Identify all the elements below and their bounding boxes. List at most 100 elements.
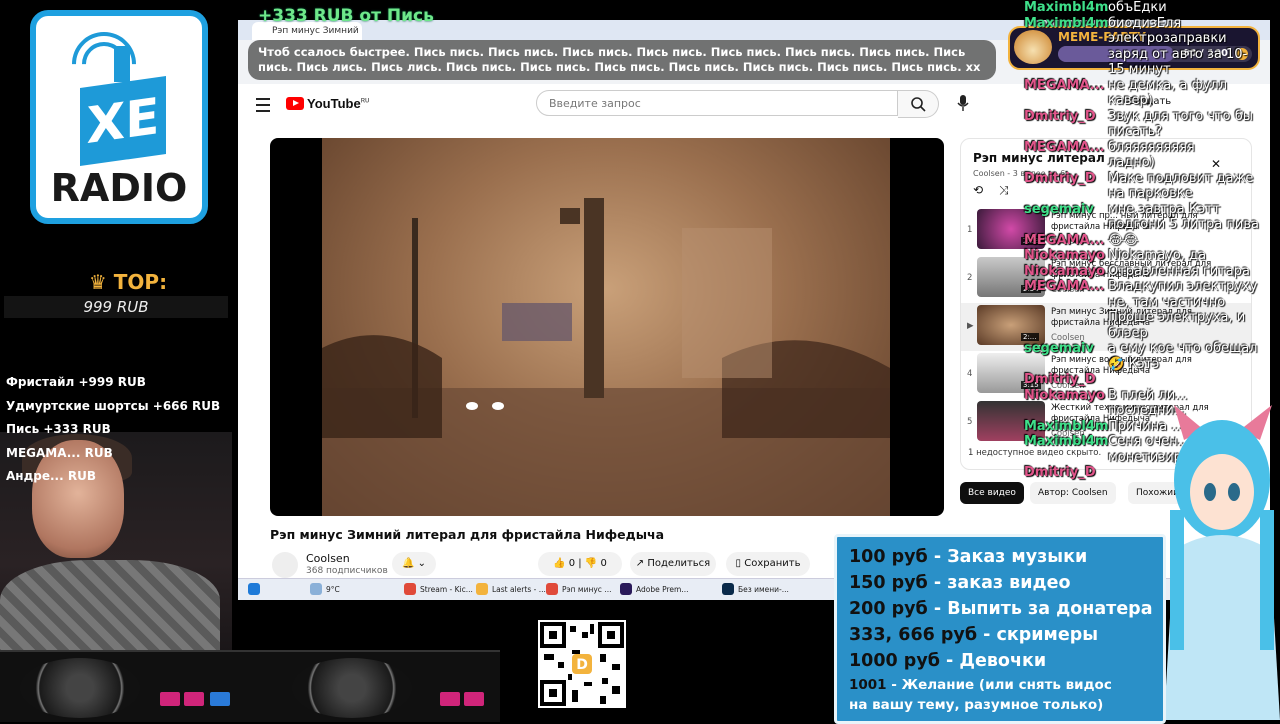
top-donation-amount: 999 RUB xyxy=(4,296,228,318)
search-icon xyxy=(911,97,926,112)
video-player[interactable] xyxy=(270,138,944,516)
price-row: 333, 666 руб - скримеры xyxy=(849,625,1098,645)
taskbar-label: Adobe Prem... xyxy=(636,585,689,594)
donation-entry: Пись +333 RUB xyxy=(6,422,111,436)
share-button[interactable]: ↗ Поделиться xyxy=(630,552,716,576)
chat-message: объЕдки xyxy=(1108,0,1167,15)
donation-alert-title: +333 RUB от Пись xyxy=(258,6,434,26)
video-frame xyxy=(322,138,890,516)
channel-avatar[interactable] xyxy=(272,552,298,578)
chat-username: MEGAMA... xyxy=(1024,279,1105,294)
taskbar-item[interactable]: Stream - Kic... xyxy=(404,582,473,598)
pad xyxy=(160,692,180,706)
weather-temp: 9°C xyxy=(326,585,340,594)
playlist-item[interactable]: 4 3:15 Рэп минус водный литерал для фрис… xyxy=(961,351,1251,399)
chat-username: Niokamayo xyxy=(1024,248,1106,263)
search-input[interactable]: Введите запрос xyxy=(536,90,898,116)
youtube-play-icon xyxy=(286,97,304,110)
weather-widget[interactable]: 9°C xyxy=(310,582,340,598)
chat-message: блэер xyxy=(1108,325,1148,341)
logo-region: RU xyxy=(360,98,370,105)
save-label: Сохранить xyxy=(744,558,801,569)
chip-all-videos[interactable]: Все видео xyxy=(960,482,1024,504)
price-list-board: 100 руб - Заказ музыки 150 руб - заказ ви… xyxy=(834,534,1166,724)
donation-entry: Удмуртские шортсы +666 RUB xyxy=(6,399,221,413)
chat-message: подгони 5 литра пива xyxy=(1108,217,1259,232)
thumbs-up-icon: 👍 xyxy=(553,558,566,569)
item-number: 5 xyxy=(967,417,973,427)
taskbar-item[interactable]: Без имени-... xyxy=(722,582,789,598)
svg-text:D: D xyxy=(576,657,588,673)
chat-username: Dmitriy_D xyxy=(1024,465,1096,480)
chat-username: Maximbl4m xyxy=(1024,418,1109,434)
chat-username: Maximbl4m xyxy=(1024,15,1109,31)
share-icon: ↗ xyxy=(635,558,648,569)
thumbs-down-icon: 👎 xyxy=(584,558,598,569)
donation-alert-message: Чтоб ссалось быстрее. Пись пись. Пись пи… xyxy=(248,40,996,80)
chat-message: писать? xyxy=(1108,124,1163,139)
bookmark-icon: ▯ xyxy=(735,558,745,569)
save-button[interactable]: ▯ Сохранить xyxy=(726,552,810,576)
price-description: - Желание (или снять видос xyxy=(886,677,1112,693)
chat-message: мне завтра Кэтт xyxy=(1108,201,1221,217)
chat-message: Проше электруха, и xyxy=(1108,310,1246,325)
chat-message: Владкупил электруху xyxy=(1108,279,1258,294)
price-row: 1000 руб - Девочки xyxy=(849,651,1046,671)
taskbar-label: Last alerts - ... xyxy=(492,585,546,594)
shuffle-icon[interactable]: ⤨ xyxy=(999,183,1009,198)
price-amount: 333, 666 руб xyxy=(849,625,978,645)
microphone-icon[interactable] xyxy=(956,94,970,112)
logo-radio-text: RADIO xyxy=(50,166,188,210)
taskbar-item[interactable]: Рэп минус ... xyxy=(546,582,611,598)
price-amount: 1001 xyxy=(849,677,887,693)
streamer-shirt xyxy=(0,560,220,660)
left-jog-wheel xyxy=(20,658,140,718)
notification-bell-button[interactable]: 🔔 ⌄ xyxy=(392,552,436,576)
donation-entry: Андре... RUB xyxy=(6,469,96,483)
close-icon[interactable]: ✕ xyxy=(1211,157,1221,171)
logo-xe-text: XE xyxy=(80,75,166,167)
taskbar-item[interactable]: Last alerts - ... xyxy=(476,582,546,598)
like-dislike-button[interactable]: 👍 0 | 👎 0 xyxy=(538,552,622,576)
hamburger-menu-icon[interactable] xyxy=(256,98,270,112)
chat-message: электрозаправки xyxy=(1108,31,1227,46)
taskbar-label: Без имени-... xyxy=(738,585,789,594)
chat-username: segemaiv xyxy=(1024,201,1094,217)
donation-entry: MEGAMA... RUB xyxy=(6,446,113,460)
like-count: 0 xyxy=(568,558,576,569)
chat-message: 15 минут xyxy=(1108,62,1171,77)
logo-text: YouTube xyxy=(307,96,361,111)
chat-message: Отравленная гитара xyxy=(1108,263,1250,279)
chat-message: Маке подловит даже xyxy=(1108,170,1254,186)
chat-username: Niokamayo xyxy=(1024,387,1106,403)
price-row: 100 руб - Заказ музыки xyxy=(849,547,1087,567)
price-row: 1001 - Желание (или снять видос xyxy=(849,677,1112,693)
chat-username: Niokamayo xyxy=(1024,263,1106,279)
chat-message: ладно) xyxy=(1108,155,1155,170)
youtube-logo[interactable]: YouTubeRU xyxy=(286,96,369,111)
chat-username: Dmitriy_D xyxy=(1024,108,1096,124)
chat-message: Звук для того что бы xyxy=(1108,108,1253,124)
qr-code: D xyxy=(538,620,626,708)
chat-message: бляяяяяяяяя xyxy=(1108,139,1195,155)
price-amount: 1000 руб xyxy=(849,651,940,671)
pad xyxy=(210,692,230,706)
hidden-videos-note: 1 недоступное видео скрыто. xyxy=(968,448,1102,458)
pad xyxy=(464,692,484,706)
price-amount: 200 руб xyxy=(849,599,928,619)
loop-icon[interactable]: ⟲ xyxy=(973,183,983,197)
search-button[interactable] xyxy=(898,90,939,118)
bell-icon: 🔔 ⌄ xyxy=(401,558,426,569)
anime-avatar xyxy=(1164,405,1280,720)
start-icon[interactable] xyxy=(248,582,264,598)
chat-message: кавер) xyxy=(1108,93,1153,108)
taskbar-label: Stream - Kic... xyxy=(420,585,473,594)
chat-message: заряд от авто за 10- xyxy=(1108,46,1248,62)
channel-name[interactable]: Coolsen xyxy=(306,552,350,565)
chat-message: биодизЕля xyxy=(1108,15,1182,31)
price-description: - Девочки xyxy=(939,651,1047,671)
price-row: на вашу тему, разумное только) xyxy=(849,697,1103,713)
taskbar-item[interactable]: Adobe Prem... xyxy=(620,582,689,598)
chip-author[interactable]: Автор: Coolsen xyxy=(1030,482,1116,504)
chat-message: а ему кое что обещал xyxy=(1108,341,1258,356)
